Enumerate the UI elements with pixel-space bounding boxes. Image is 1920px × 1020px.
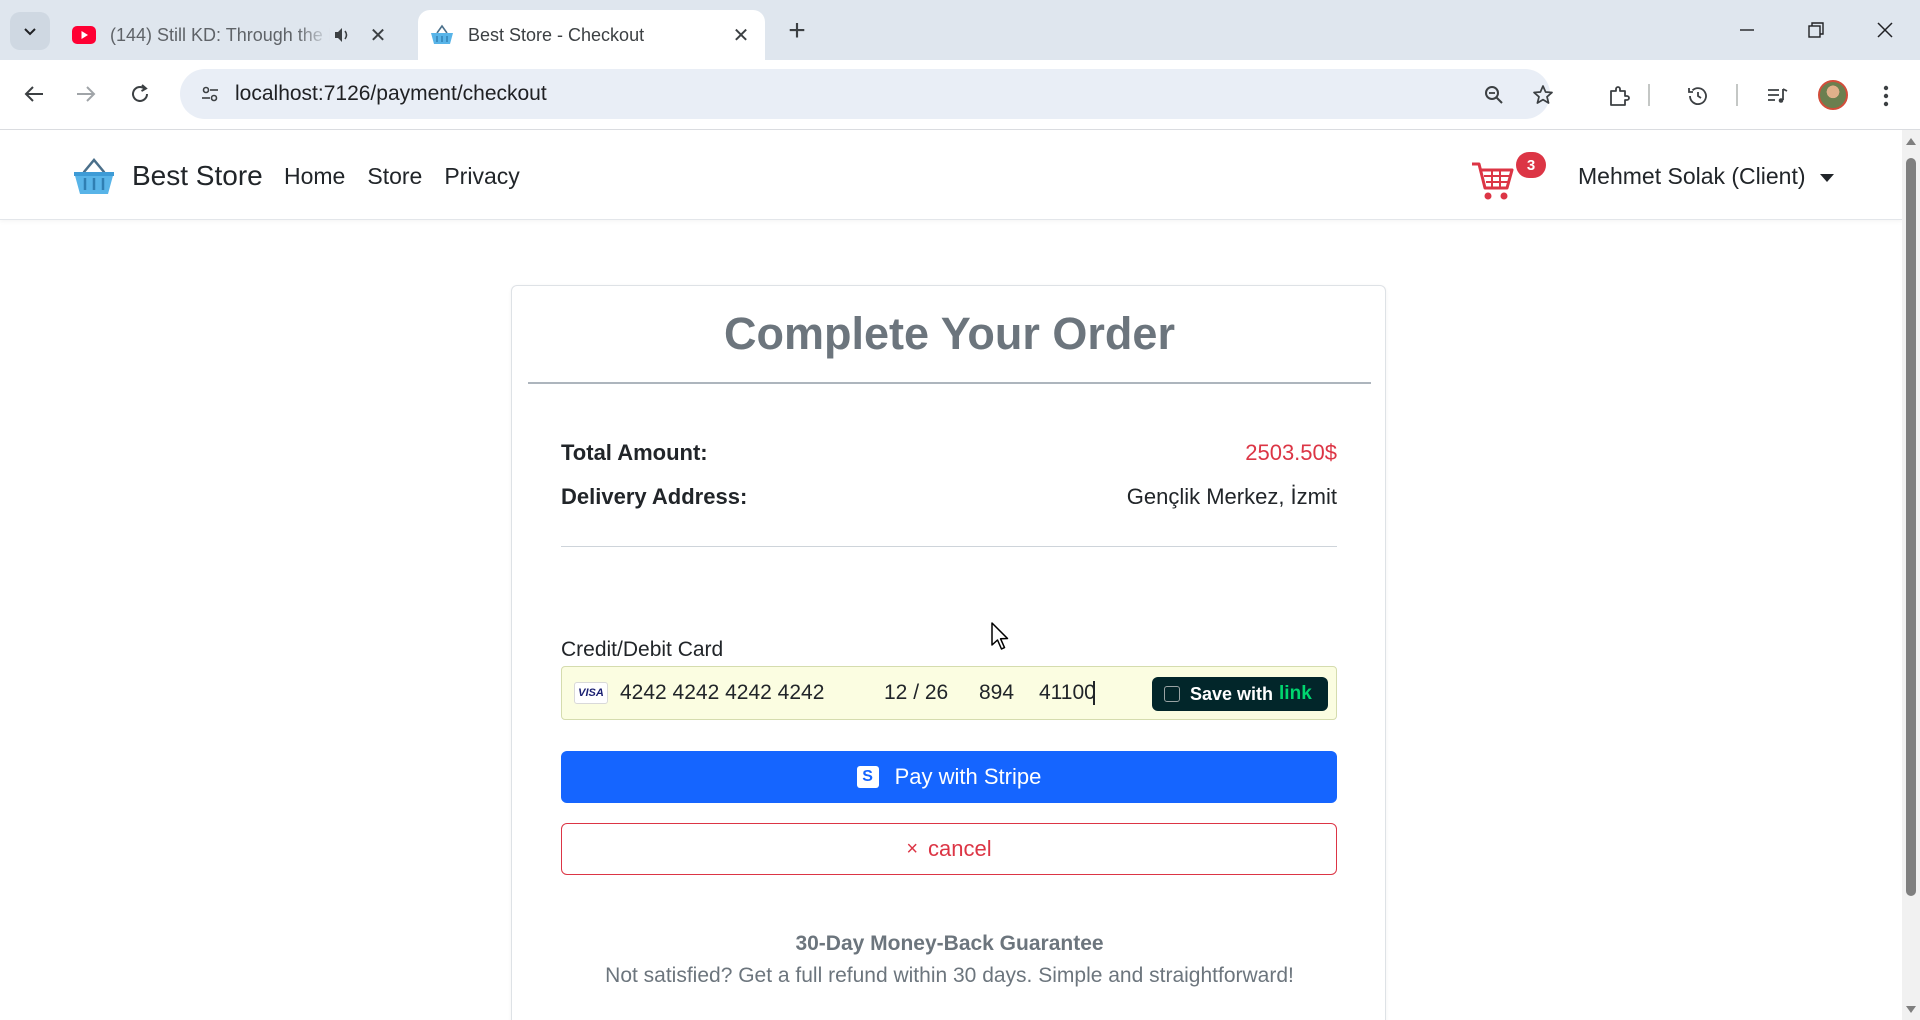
total-row: Total Amount: 2503.50$ (561, 440, 1337, 466)
scroll-thumb[interactable] (1906, 158, 1916, 896)
profile-avatar[interactable] (1818, 80, 1848, 110)
tab-search-button[interactable] (10, 12, 50, 50)
page-title: Complete Your Order (724, 308, 1175, 359)
save-with-label: Save with (1190, 683, 1274, 704)
cancel-button[interactable]: × cancel (561, 823, 1337, 875)
tab-title: Best Store - Checkout (468, 24, 645, 45)
guarantee-title: 30-Day Money-Back Guarantee (795, 932, 1104, 955)
total-value: 2503.50$ (1245, 440, 1337, 465)
media-controls-icon[interactable] (1759, 78, 1795, 114)
caret-down-icon (1819, 173, 1834, 182)
visa-icon: VISA (574, 682, 608, 704)
youtube-icon (72, 23, 96, 47)
card-zip-field[interactable]: 41100 (1039, 681, 1096, 705)
minimize-icon[interactable] (1724, 8, 1770, 52)
cart-button[interactable]: 3 (1470, 152, 1546, 204)
card-input[interactable]: VISA 4242 4242 4242 4242 12 / 26 894 411… (561, 666, 1337, 720)
guarantee-text: Not satisfied? Get a full refund within … (605, 964, 1294, 987)
divider (561, 546, 1337, 547)
tab-close-icon[interactable]: ✕ (727, 21, 755, 49)
cancel-label: cancel (928, 836, 992, 861)
tab-title: (144) Still KD: Through the N (110, 24, 330, 45)
tab-checkout[interactable]: Best Store - Checkout ✕ (418, 10, 765, 60)
card-expiry-field[interactable]: 12 / 26 (884, 681, 979, 705)
site-navbar: Best Store Home Store Privacy 3 Mehmet S… (0, 130, 1902, 220)
tab-close-icon[interactable]: ✕ (364, 21, 392, 49)
link-logo-text: link (1279, 683, 1312, 704)
main-nav: Home Store Privacy (284, 163, 520, 190)
forward-icon[interactable] (66, 74, 106, 114)
basket-logo-icon (74, 158, 114, 194)
nav-privacy[interactable]: Privacy (444, 163, 519, 190)
mouse-cursor-icon (991, 622, 1009, 650)
address-value: Gençlik Merkez, İzmit (1126, 484, 1337, 509)
divider (528, 382, 1371, 384)
pay-label: Pay with Stripe (894, 764, 1042, 789)
pay-with-stripe-button[interactable]: S Pay with Stripe (561, 751, 1337, 803)
brand-name: Best Store (132, 160, 263, 191)
reload-icon[interactable] (120, 74, 160, 114)
history-icon[interactable] (1680, 78, 1716, 114)
basket-icon (430, 23, 454, 47)
browser-menu-icon[interactable] (1868, 78, 1904, 114)
page-scrollbar[interactable] (1902, 130, 1920, 1020)
back-icon[interactable] (14, 74, 54, 114)
url-text: localhost:7126/payment/checkout (235, 82, 547, 105)
scroll-down-icon[interactable] (1906, 1006, 1916, 1013)
scroll-up-icon[interactable] (1906, 138, 1916, 145)
new-tab-button[interactable]: + (780, 14, 814, 48)
nav-store[interactable]: Store (367, 163, 422, 190)
card-cvc-field[interactable]: 894 (979, 681, 1039, 705)
address-label: Delivery Address: (561, 484, 748, 509)
user-name: Mehmet Solak (Client) (1578, 163, 1806, 189)
save-with-link-checkbox[interactable] (1164, 686, 1180, 702)
speaker-icon[interactable] (330, 23, 354, 47)
tab-youtube[interactable]: (144) Still KD: Through the N ✕ (60, 10, 405, 60)
checkout-card: Complete Your Order Total Amount: 2503.5… (511, 285, 1386, 1020)
chevron-down-icon (24, 28, 36, 36)
close-icon: × (906, 837, 919, 860)
zoom-icon[interactable] (1478, 79, 1510, 111)
toolbar-divider (1648, 84, 1650, 106)
card-label: Credit/Debit Card (561, 638, 724, 661)
toolbar-divider (1736, 84, 1738, 106)
total-label: Total Amount: (561, 440, 708, 465)
address-row: Delivery Address: Gençlik Merkez, İzmit (561, 484, 1337, 510)
nav-home[interactable]: Home (284, 163, 345, 190)
address-bar[interactable]: localhost:7126/payment/checkout (180, 69, 1553, 119)
restore-icon[interactable] (1793, 8, 1839, 52)
window-close-icon[interactable] (1862, 8, 1908, 52)
web-page: Best Store Home Store Privacy 3 Mehmet S… (0, 130, 1902, 1020)
browser-toolbar: localhost:7126/payment/checkout (0, 60, 1920, 130)
save-with-link-button[interactable]: Save with link (1152, 677, 1328, 711)
stripe-icon: S (856, 766, 879, 788)
bookmark-star-icon[interactable] (1527, 79, 1559, 111)
card-number-field[interactable]: 4242 4242 4242 4242 (620, 681, 884, 705)
brand-link[interactable]: Best Store (72, 154, 263, 198)
extensions-icon[interactable] (1601, 78, 1637, 114)
browser-tab-strip: (144) Still KD: Through the N ✕ Best Sto… (0, 0, 1920, 60)
cart-count-badge: 3 (1516, 152, 1546, 178)
cart-icon (1472, 162, 1514, 200)
site-info-icon[interactable] (192, 76, 228, 112)
user-dropdown[interactable]: Mehmet Solak (Client) (1578, 163, 1834, 190)
